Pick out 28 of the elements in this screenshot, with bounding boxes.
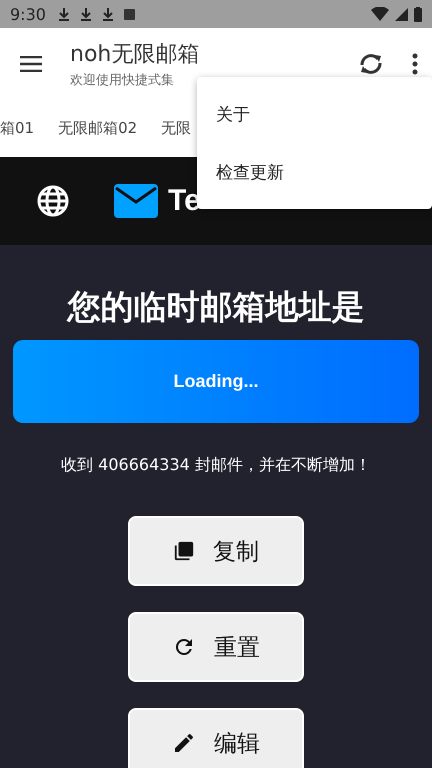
download-icon <box>102 7 114 21</box>
email-address-field[interactable]: Loading... <box>13 340 419 423</box>
menu-item[interactable]: 关于 <box>197 85 432 143</box>
tab[interactable]: 箱01 <box>0 119 34 138</box>
menu-icon[interactable] <box>20 56 42 72</box>
notification-icon <box>124 8 135 20</box>
download-icon <box>80 7 92 21</box>
pencil-icon <box>172 731 196 755</box>
app-subtitle: 欢迎使用快捷式集 <box>70 72 175 89</box>
tab[interactable]: 无限 <box>161 119 192 138</box>
copy-button[interactable]: 复制 <box>128 516 304 586</box>
edit-button[interactable]: 编辑 <box>128 708 304 768</box>
heading: 您的临时邮箱地址是 <box>68 286 364 328</box>
battery-icon <box>414 6 422 22</box>
tab[interactable]: 无限邮箱02 <box>58 119 138 138</box>
copy-icon <box>173 540 195 562</box>
sync-icon[interactable] <box>358 53 384 75</box>
globe-icon[interactable] <box>36 184 70 218</box>
signal-icon <box>395 8 408 20</box>
more-icon[interactable] <box>412 53 418 75</box>
menu-item[interactable]: 检查更新 <box>197 143 432 201</box>
app-title: noh无限邮箱 <box>70 41 200 69</box>
mail-count-text: 收到 406664334 封邮件，并在不断增加！ <box>61 455 371 476</box>
status-time: 9:30 <box>10 4 46 24</box>
download-icon <box>58 7 70 21</box>
reset-button[interactable]: 重置 <box>128 612 304 682</box>
wifi-icon <box>371 7 389 21</box>
envelope-icon <box>114 184 158 218</box>
